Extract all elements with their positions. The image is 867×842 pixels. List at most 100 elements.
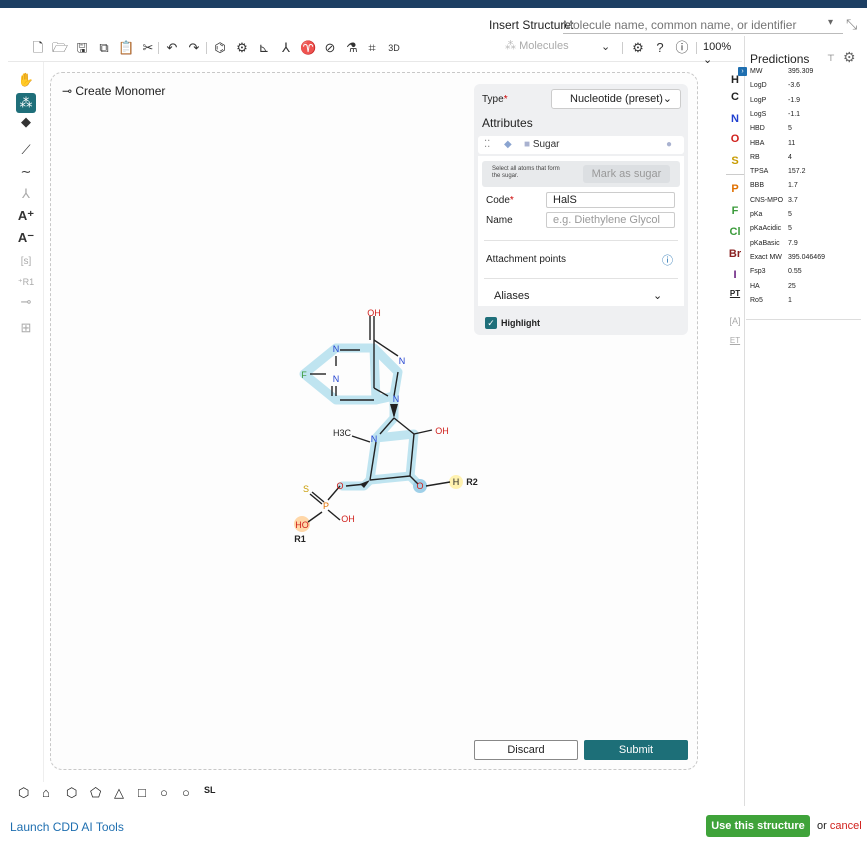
discard-button[interactable]: Discard bbox=[474, 740, 578, 760]
aliases-label[interactable]: Aliases bbox=[494, 290, 529, 302]
code-field[interactable] bbox=[546, 192, 675, 208]
prediction-key: Fsp3 bbox=[750, 268, 766, 276]
r1-label: R1 bbox=[294, 534, 306, 544]
type-label: Type* bbox=[482, 94, 508, 105]
pin-icon[interactable]: ⊤ bbox=[827, 53, 835, 64]
bond-icon[interactable]: ⟋ bbox=[16, 140, 36, 160]
settings-icon[interactable]: ⚙ bbox=[630, 40, 646, 56]
select-icon[interactable]: ⁂ bbox=[16, 93, 36, 113]
prediction-row: LogP -1.9 bbox=[750, 97, 860, 108]
3d-icon[interactable]: 3D bbox=[386, 40, 402, 56]
arrange-icon[interactable]: ⊾ bbox=[256, 40, 272, 56]
code-label: Code* bbox=[486, 195, 514, 206]
chain-icon[interactable]: ∼ bbox=[16, 162, 36, 182]
submit-button[interactable]: Submit bbox=[584, 740, 688, 760]
rgroup-icon[interactable]: ⁺R1 bbox=[16, 272, 36, 292]
atom-n: N bbox=[399, 356, 406, 366]
copy-icon[interactable]: ⧉ bbox=[96, 40, 112, 56]
save-icon[interactable]: 🖫 bbox=[74, 40, 90, 56]
text-tool-icon[interactable]: ⊞ bbox=[16, 318, 36, 338]
element-br[interactable]: Br bbox=[726, 248, 744, 260]
pentagon-icon[interactable]: ⬠ bbox=[90, 785, 101, 801]
atom-f: F bbox=[301, 370, 307, 380]
prediction-value: 3.7 bbox=[788, 196, 798, 204]
undo-icon[interactable]: ↶ bbox=[164, 40, 180, 56]
benzene-icon[interactable]: ⬡ bbox=[18, 785, 29, 801]
prediction-row: Fsp3 0.55 bbox=[750, 268, 860, 279]
prediction-value: 1 bbox=[788, 296, 792, 304]
cut-icon[interactable]: ✂ bbox=[140, 40, 156, 56]
use-structure-button[interactable]: Use this structure bbox=[706, 815, 810, 837]
element-f[interactable]: F bbox=[726, 205, 744, 217]
molecules-label: Molecules bbox=[519, 40, 569, 52]
eraser-icon[interactable]: ◆ bbox=[16, 112, 36, 132]
collapse-icon[interactable]: ⤡ bbox=[846, 16, 857, 33]
sgroup-icon[interactable]: [s] bbox=[16, 252, 36, 272]
prediction-value: 0.55 bbox=[788, 268, 802, 276]
molecule-structure[interactable]: OH N N N N F N H3C OH O H R2 O S P OH HO… bbox=[270, 300, 490, 560]
paste-icon[interactable]: 📋 bbox=[118, 40, 134, 56]
element-palette: H C N O S P F Cl Br I PT [A] ET bbox=[726, 66, 744, 366]
dearomatize-icon[interactable]: ♈ bbox=[300, 40, 316, 56]
new-file-icon[interactable]: 🗋 bbox=[30, 40, 46, 56]
name-field[interactable] bbox=[546, 212, 675, 228]
circle-tab-icon[interactable]: ● bbox=[666, 139, 672, 150]
element-i[interactable]: I bbox=[726, 269, 744, 281]
mark-as-sugar-button[interactable]: Mark as sugar bbox=[583, 165, 670, 183]
info-icon[interactable]: ⓘ bbox=[674, 40, 690, 56]
prediction-key: MW bbox=[750, 68, 763, 75]
aromatize-icon[interactable]: ⅄ bbox=[278, 40, 294, 56]
element-pt[interactable]: PT bbox=[726, 289, 744, 298]
charge-plus-icon[interactable]: A⁺ bbox=[16, 206, 36, 226]
layout-icon[interactable]: ⌬ bbox=[212, 40, 228, 56]
heptagon-icon[interactable]: ○ bbox=[182, 785, 190, 800]
molecules-select[interactable]: ⁂ Molecules ⌄ bbox=[505, 39, 619, 59]
predictions-title: Predictions bbox=[750, 52, 810, 66]
expand-icon[interactable]: › bbox=[738, 67, 747, 76]
charge-minus-icon[interactable]: A⁻ bbox=[16, 228, 36, 248]
tab-sugar[interactable]: ■ Sugar bbox=[524, 139, 560, 150]
prediction-value: 5 bbox=[788, 225, 792, 233]
prediction-row: Exact MW 395.046469 bbox=[750, 254, 860, 265]
redo-icon[interactable]: ↷ bbox=[186, 40, 202, 56]
cancel-link[interactable]: cancel bbox=[830, 820, 862, 832]
element-s[interactable]: S bbox=[726, 155, 744, 167]
square-icon[interactable]: □ bbox=[138, 785, 146, 800]
triangle-icon[interactable]: △ bbox=[114, 785, 124, 801]
extended-table-icon[interactable]: ET bbox=[726, 336, 744, 345]
element-c[interactable]: C bbox=[726, 91, 744, 103]
prediction-value: 1.7 bbox=[788, 182, 798, 190]
element-cl[interactable]: Cl bbox=[726, 226, 744, 238]
chevron-down-icon[interactable]: ⌄ bbox=[653, 289, 662, 302]
zoom-select[interactable]: 100% ⌄ bbox=[703, 41, 742, 66]
chevron-down-icon[interactable]: ▾ bbox=[828, 17, 833, 28]
cyclohexane-icon[interactable]: ⬡ bbox=[66, 785, 77, 801]
phosphate-tab-icon[interactable]: ◆ bbox=[504, 139, 512, 150]
launch-ai-tools-link[interactable]: Launch CDD AI Tools bbox=[10, 820, 124, 834]
prediction-key: Ro5 bbox=[750, 296, 763, 304]
info-icon[interactable]: ⓘ bbox=[662, 252, 673, 268]
insert-structure-input[interactable] bbox=[563, 17, 843, 34]
prediction-value: -3.6 bbox=[788, 82, 801, 90]
attribute-tabs: ⁚⁚ ◆ ■ Sugar ● bbox=[478, 136, 684, 154]
atom-list-icon[interactable]: [A] bbox=[726, 316, 744, 326]
template-library-icon[interactable]: SL bbox=[204, 785, 216, 795]
gear-icon[interactable]: ⚙ bbox=[843, 49, 856, 66]
octagon-icon[interactable]: ○ bbox=[160, 785, 168, 800]
charge-icon[interactable]: ⅄ bbox=[16, 184, 36, 204]
calculate-icon[interactable]: ⚗ bbox=[344, 40, 360, 56]
element-p[interactable]: P bbox=[726, 183, 744, 195]
check-icon[interactable]: ⊘ bbox=[322, 40, 338, 56]
stereo-icon[interactable]: ⌗ bbox=[364, 40, 380, 56]
highlight-label: Highlight bbox=[501, 318, 540, 328]
element-o[interactable]: O bbox=[726, 133, 744, 145]
type-select[interactable]: Nucleotide (preset) ⌄ bbox=[551, 89, 681, 109]
base-tab-icon[interactable]: ⁚⁚ bbox=[484, 139, 490, 150]
clean-icon[interactable]: ⚙ bbox=[234, 40, 250, 56]
open-folder-icon[interactable]: 🗁 bbox=[52, 40, 68, 56]
hand-icon[interactable]: ✋ bbox=[16, 70, 36, 90]
help-icon[interactable]: ? bbox=[652, 40, 668, 56]
monomer-icon[interactable]: ⊸ bbox=[16, 292, 36, 312]
cyclopentane-icon[interactable]: ⌂ bbox=[42, 785, 50, 800]
element-n[interactable]: N bbox=[726, 113, 744, 125]
